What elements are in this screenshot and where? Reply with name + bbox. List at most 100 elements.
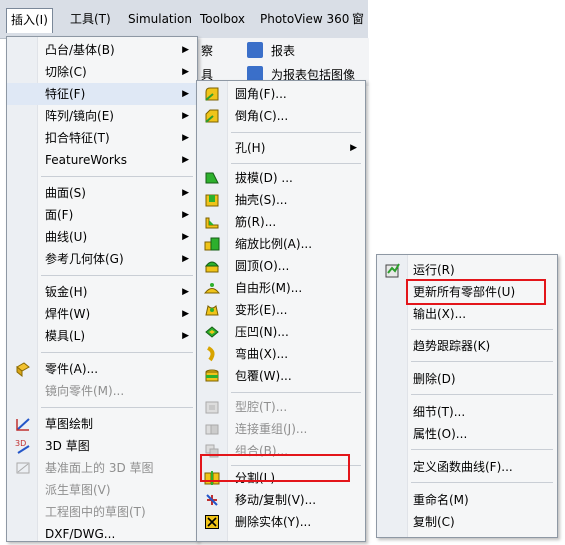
insert-derived-sketch[interactable]: 派生草图(V): [7, 479, 197, 501]
feature-join[interactable]: 连接重组(J)...: [197, 418, 365, 440]
dome-icon: [204, 258, 220, 274]
insert-face[interactable]: 面(F) ▶: [7, 204, 197, 226]
submenu-arrow-icon: ▶: [182, 188, 189, 198]
insert-3d-sketch-on-plane[interactable]: 基准面上的 3D 草图: [7, 457, 197, 479]
menu-window[interactable]: 窗: [352, 8, 364, 30]
feature-freeform[interactable]: 自由形(M)...: [197, 277, 365, 299]
join-icon: [204, 421, 220, 437]
feature-chamfer[interactable]: 倒角(C)...: [197, 105, 365, 127]
move-copy-icon: [204, 492, 220, 508]
feature-wrap[interactable]: 包覆(W)...: [197, 365, 365, 387]
insert-surface[interactable]: 曲面(S) ▶: [7, 182, 197, 204]
wrap-icon: [204, 368, 220, 384]
report-icon: [247, 42, 263, 58]
submenu-arrow-icon: ▶: [182, 232, 189, 242]
update-highlight-box: [406, 279, 546, 305]
submenu-arrow-icon: ▶: [182, 155, 189, 165]
item-label: 曲线(U): [45, 230, 88, 244]
insert-molds[interactable]: 模具(L) ▶: [7, 325, 197, 347]
sketch-icon: [15, 416, 31, 432]
insert-boss-base[interactable]: 凸台/基体(B) ▶: [7, 39, 197, 61]
context-export[interactable]: 输出(X)...: [377, 303, 557, 325]
feature-delete-body[interactable]: 删除实体(Y)...: [197, 511, 365, 533]
part-icon: [15, 361, 31, 378]
feature-dome[interactable]: 圆顶(O)...: [197, 255, 365, 277]
context-run[interactable]: 运行(R): [377, 259, 557, 281]
item-label: 复制(C): [413, 515, 455, 529]
item-label: 压凹(N)...: [235, 325, 289, 339]
item-label: 钣金(H): [45, 285, 88, 299]
feature-shell[interactable]: 抽壳(S)...: [197, 189, 365, 211]
item-label: DXF/DWG...: [45, 527, 116, 541]
rib-icon: [204, 214, 220, 230]
freeform-icon: [203, 280, 221, 296]
insert-features[interactable]: 特征(F) ▶: [7, 83, 197, 105]
insert-mirror-part[interactable]: 镜向零件(M)...: [7, 380, 197, 402]
insert-curve[interactable]: 曲线(U) ▶: [7, 226, 197, 248]
insert-reference-geometry[interactable]: 参考几何体(G) ▶: [7, 248, 197, 270]
menu-simulation[interactable]: Simulation: [128, 8, 192, 30]
item-label: 模具(L): [45, 329, 86, 343]
item-label: 阵列/镜向(E): [45, 109, 114, 123]
insert-fastening-feature[interactable]: 扣合特征(T) ▶: [7, 127, 197, 149]
item-label: 定义函数曲线(F)...: [413, 460, 513, 474]
separator: [411, 482, 553, 483]
insert-3d-sketch[interactable]: 3D 3D 草图: [7, 435, 197, 457]
feature-rib[interactable]: 筋(R)...: [197, 211, 365, 233]
feature-cavity[interactable]: 型腔(T)...: [197, 396, 365, 418]
insert-sheet-metal[interactable]: 钣金(H) ▶: [7, 281, 197, 303]
feature-flex[interactable]: 弯曲(X)...: [197, 343, 365, 365]
menubar: 插入(I) 工具(T) Simulation Toolbox PhotoView…: [0, 0, 368, 39]
separator: [41, 352, 193, 353]
insert-part[interactable]: 零件(A)...: [7, 358, 197, 380]
insert-pattern-mirror[interactable]: 阵列/镜向(E) ▶: [7, 105, 197, 127]
delete-body-icon: [204, 514, 220, 530]
context-define-function-curve[interactable]: 定义函数曲线(F)...: [377, 456, 557, 478]
item-label: 筋(R)...: [235, 215, 277, 229]
separator: [41, 407, 193, 408]
draft-icon: [204, 170, 220, 186]
item-label: 包覆(W)...: [235, 369, 292, 383]
item-label: 连接重组(J)...: [235, 422, 308, 436]
context-delete[interactable]: 删除(D): [377, 368, 557, 390]
separator: [231, 392, 361, 393]
insert-featureworks[interactable]: FeatureWorks ▶: [7, 149, 197, 171]
menu-photoview[interactable]: PhotoView 360: [260, 8, 349, 30]
item-label: 拔模(D) ...: [235, 171, 293, 185]
separator: [411, 361, 553, 362]
feature-fillet[interactable]: 圆角(F)...: [197, 83, 365, 105]
insert-sketch[interactable]: 草图绘制: [7, 413, 197, 435]
item-label: 凸台/基体(B): [45, 43, 115, 57]
insert-menu: 凸台/基体(B) ▶ 切除(C) ▶ 特征(F) ▶ 阵列/镜向(E) ▶ 扣合特征(T…: [6, 36, 198, 542]
context-rename[interactable]: 重命名(M): [377, 489, 557, 511]
3d-sketch-icon: 3D: [15, 438, 31, 454]
item-label: 工程图中的草图(T): [45, 505, 146, 519]
item-label: 弯曲(X)...: [235, 347, 289, 361]
feature-indent[interactable]: 压凹(N)...: [197, 321, 365, 343]
separator: [41, 275, 193, 276]
item-label: 细节(T)...: [413, 405, 466, 419]
context-trend-tracker[interactable]: 趋势跟踪器(K): [377, 335, 557, 357]
insert-dxf-dwg[interactable]: DXF/DWG...: [7, 523, 197, 545]
feature-scale[interactable]: 缩放比例(A)...: [197, 233, 365, 255]
menu-tools[interactable]: 工具(T): [70, 8, 111, 30]
feature-draft[interactable]: 拔模(D) ...: [197, 167, 365, 189]
insert-weldments[interactable]: 焊件(W) ▶: [7, 303, 197, 325]
peek-text-b[interactable]: 报表: [271, 42, 295, 59]
separator: [231, 132, 361, 133]
insert-sketch-from-drawing[interactable]: 工程图中的草图(T): [7, 501, 197, 523]
context-copy[interactable]: 复制(C): [377, 511, 557, 533]
insert-cut[interactable]: 切除(C) ▶: [7, 61, 197, 83]
feature-hole[interactable]: 孔(H) ▶: [197, 137, 365, 159]
submenu-arrow-icon: ▶: [182, 210, 189, 220]
context-details[interactable]: 细节(T)...: [377, 401, 557, 423]
item-label: 焊件(W): [45, 307, 91, 321]
feature-deform[interactable]: 变形(E)...: [197, 299, 365, 321]
item-label: 抽壳(S)...: [235, 193, 288, 207]
item-label: 输出(X)...: [413, 307, 467, 321]
item-label: 特征(F): [45, 87, 86, 101]
menu-insert[interactable]: 插入(I): [6, 8, 53, 33]
feature-move-copy[interactable]: 移动/复制(V)...: [197, 489, 365, 511]
menu-toolbox[interactable]: Toolbox: [200, 8, 245, 30]
context-properties[interactable]: 属性(O)...: [377, 423, 557, 445]
